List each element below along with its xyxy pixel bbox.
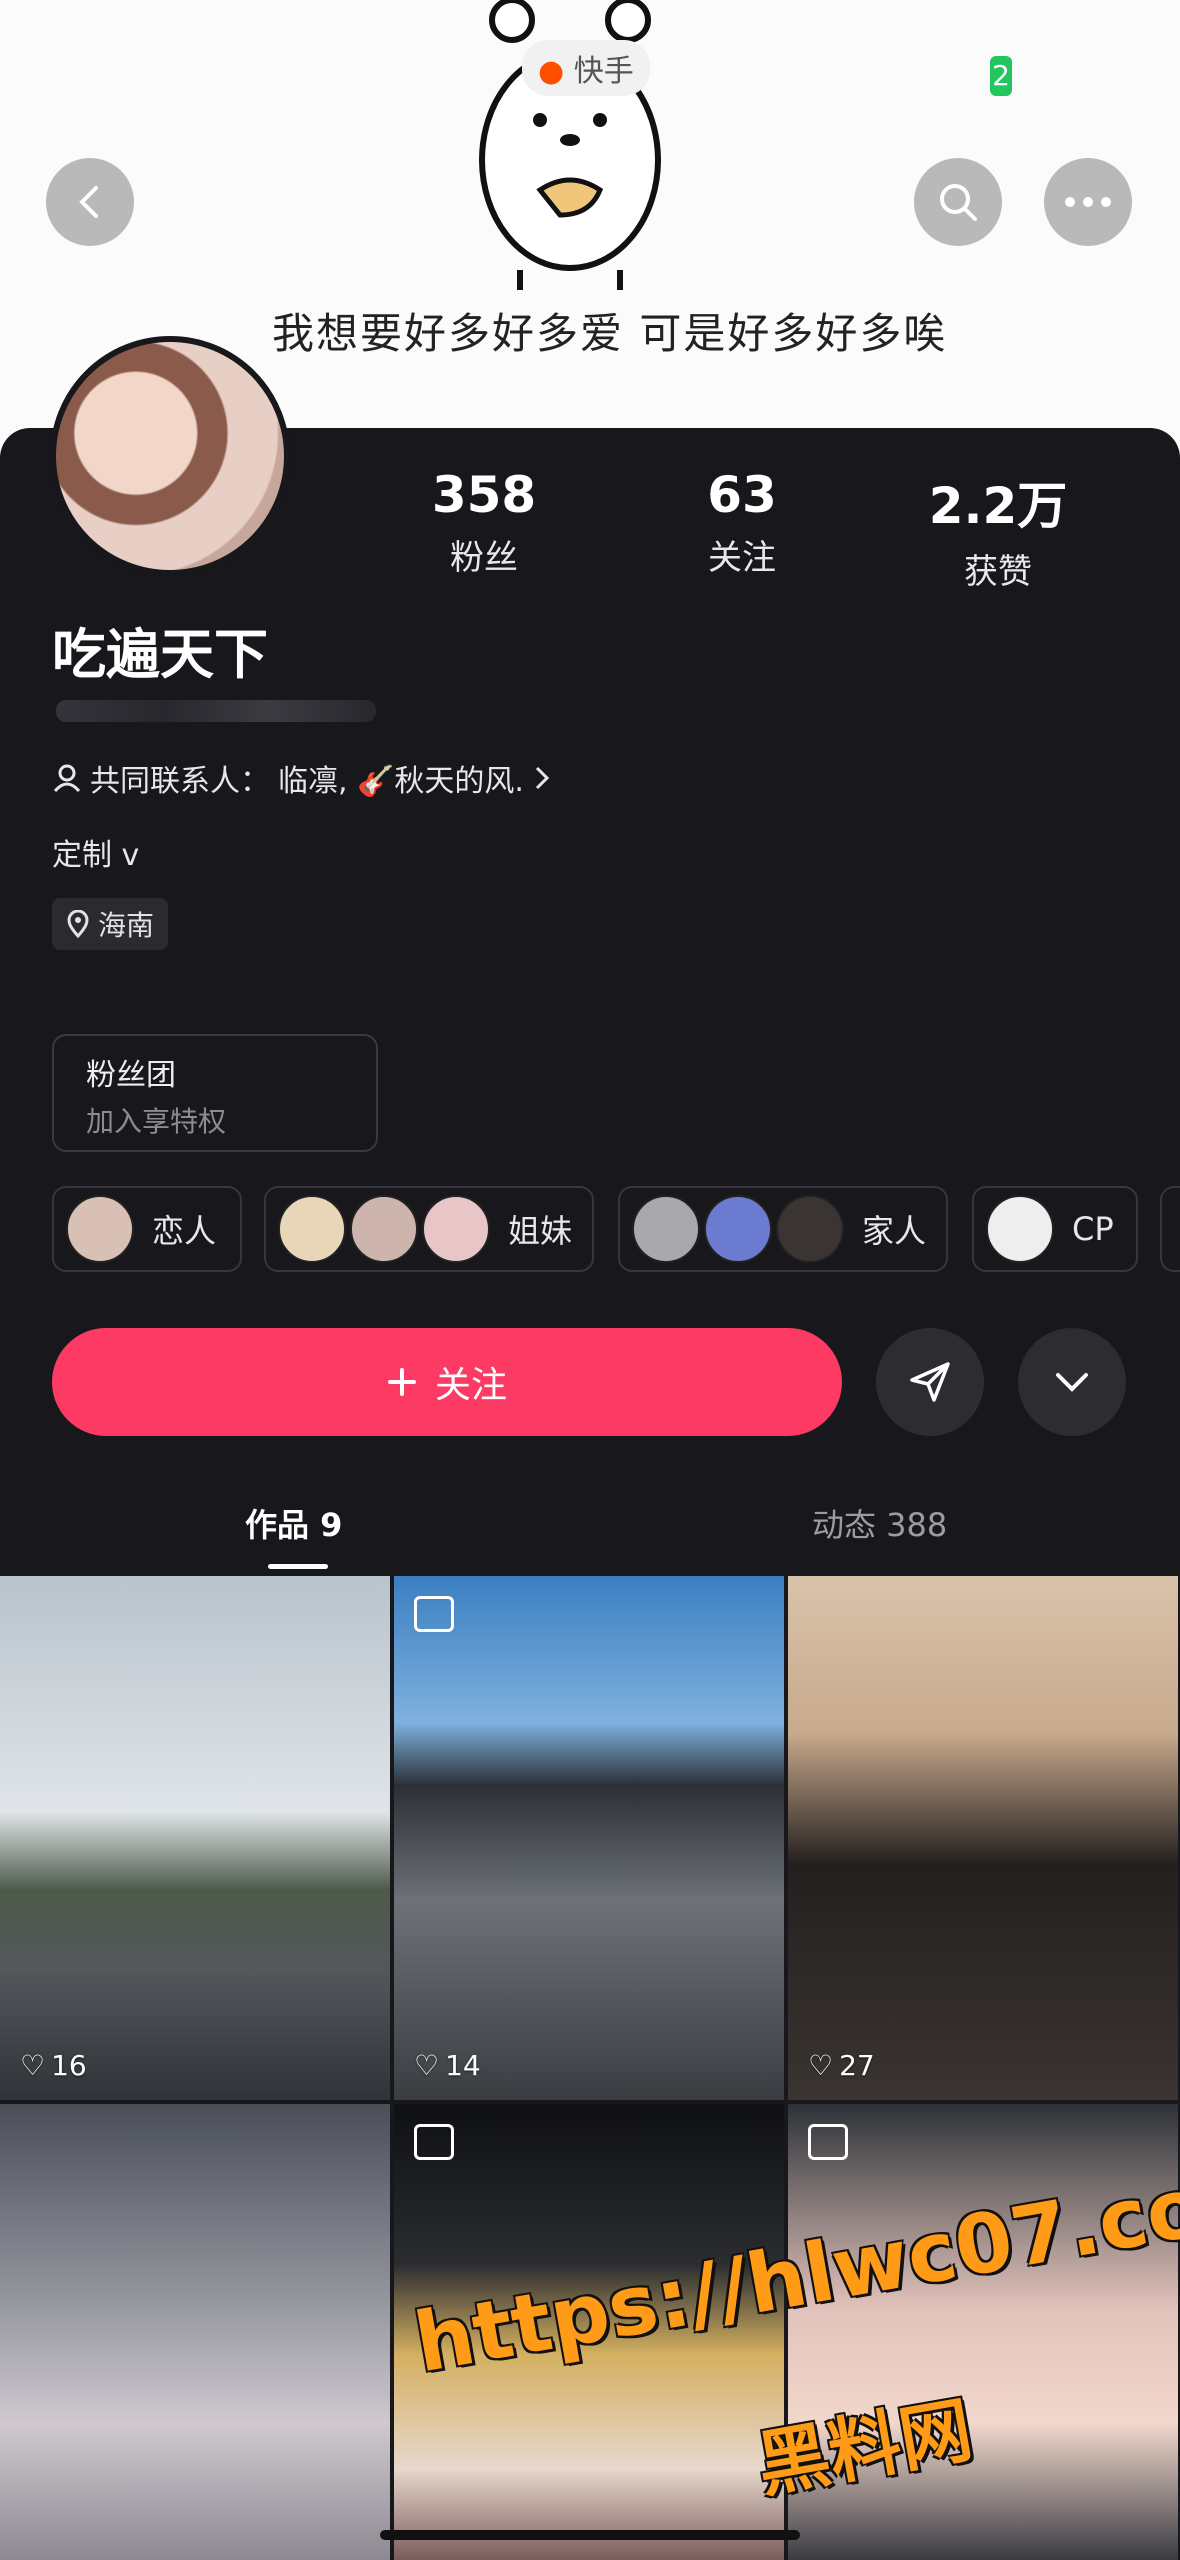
like-count: ♡ 27: [808, 2049, 875, 2082]
fan-club-card[interactable]: 粉丝团 加入享特权: [52, 1034, 378, 1152]
heart-icon: ♡: [414, 2049, 440, 2082]
like-count: ♡ 16: [20, 2049, 87, 2082]
avatar: [632, 1195, 700, 1263]
back-button[interactable]: [46, 158, 134, 246]
heart-icon: ♡: [20, 2049, 46, 2082]
banner-caption: 我想要好多好多爱 可是好多好多唉: [272, 309, 948, 358]
relation-chip-lover[interactable]: 恋人: [52, 1186, 242, 1272]
stat-label: 获赞: [964, 552, 1032, 592]
relation-label: 恋人: [152, 1212, 217, 1250]
chevron-left-icon: [79, 186, 98, 218]
active-tab-indicator: [268, 1564, 328, 1569]
contacts-prefix: 共同联系人：: [90, 764, 270, 799]
custom-tag[interactable]: 定制 v: [52, 830, 139, 874]
kuaishou-logo: ● 快手: [522, 40, 650, 96]
status-badge: 2: [990, 56, 1012, 96]
image-post-icon: [808, 2124, 848, 2160]
profile-name: 吃遍天下: [52, 623, 268, 686]
location-pin-icon: [67, 910, 89, 938]
search-icon: [940, 184, 977, 221]
stat-value: 63: [707, 466, 777, 524]
grid-item[interactable]: ♡ 16: [0, 1576, 390, 2100]
relation-chip-family[interactable]: 家人: [618, 1186, 948, 1272]
fan-club-subtitle: 加入享特权: [86, 1105, 227, 1138]
avatar: [350, 1195, 418, 1263]
stat-value: 2.2万: [928, 477, 1068, 535]
avatar: [986, 1195, 1054, 1263]
person-icon: [53, 764, 81, 793]
avatar[interactable]: [50, 336, 290, 576]
search-button[interactable]: [914, 158, 1002, 246]
stat-following[interactable]: 63 关注: [642, 466, 842, 579]
plus-icon: [387, 1368, 416, 1396]
image-post-icon: [414, 2124, 454, 2160]
home-indicator: [380, 2530, 800, 2540]
tab-works[interactable]: 作品 9: [245, 1500, 342, 1546]
stat-likes[interactable]: 2.2万 获赞: [898, 466, 1098, 593]
mutual-contacts[interactable]: 共同联系人： 临凛, 🎸秋天的风.: [52, 756, 552, 800]
location-label: 海南: [98, 909, 155, 942]
avatar: [704, 1195, 772, 1263]
avatar: [776, 1195, 844, 1263]
chevron-down-icon: [1056, 1373, 1088, 1392]
grid-item[interactable]: ♡ 27: [788, 1576, 1178, 2100]
heart-icon: ♡: [808, 2049, 834, 2082]
blurred-id-text: [56, 700, 376, 722]
avatar: [278, 1195, 346, 1263]
more-dots-icon: [1065, 197, 1111, 207]
stat-label: 粉丝: [450, 538, 518, 578]
more-button[interactable]: [1044, 158, 1132, 246]
grid-item[interactable]: [0, 2104, 390, 2560]
relation-label: CP: [1072, 1210, 1114, 1248]
share-button[interactable]: [876, 1328, 984, 1436]
relation-chip-more[interactable]: [1160, 1186, 1180, 1272]
tab-moments[interactable]: 动态 388: [812, 1500, 947, 1546]
follow-label: 关注: [434, 1365, 507, 1406]
stat-value: 358: [431, 466, 537, 524]
chevron-right-icon: [535, 766, 550, 790]
like-count: ♡ 14: [414, 2049, 481, 2082]
stat-label: 关注: [708, 538, 776, 578]
fan-club-title: 粉丝团: [86, 1058, 176, 1093]
stat-fans[interactable]: 358 粉丝: [384, 466, 584, 579]
relation-chip-sisters[interactable]: 姐妹: [264, 1186, 594, 1272]
image-post-icon: [414, 1596, 454, 1632]
grid-item[interactable]: ♡ 14: [394, 1576, 784, 2100]
avatar: [66, 1195, 134, 1263]
send-icon: [910, 1362, 950, 1402]
more-options-button[interactable]: [1018, 1328, 1126, 1436]
location-tag: 海南: [52, 898, 169, 950]
contacts-names: 临凛, 🎸秋天的风.: [278, 764, 524, 799]
avatar: [422, 1195, 490, 1263]
relation-label: 姐妹: [508, 1212, 573, 1250]
follow-button[interactable]: 关注: [52, 1328, 842, 1436]
relation-chip-cp[interactable]: CP: [972, 1186, 1138, 1272]
relation-label: 家人: [862, 1212, 927, 1250]
